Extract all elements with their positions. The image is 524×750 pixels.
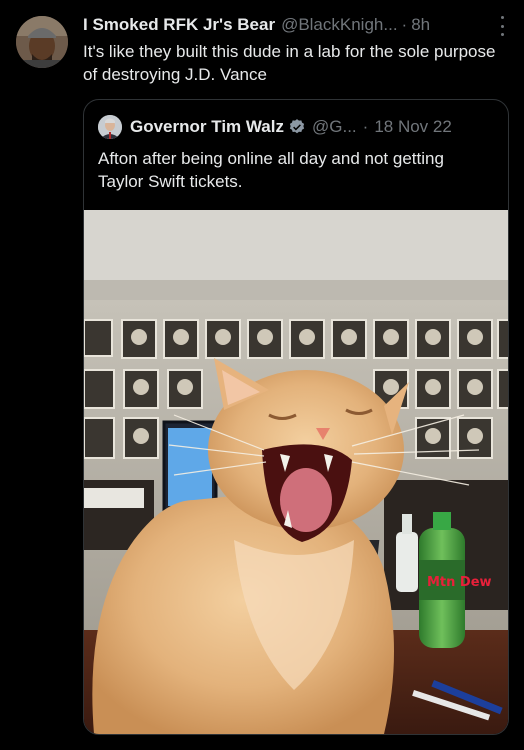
author-handle[interactable]: @BlackKnigh... — [281, 15, 397, 35]
quoted-author-handle: @G... — [311, 117, 357, 136]
quoted-author-name: Governor Tim Walz — [130, 117, 284, 136]
verified-badge-icon — [289, 119, 305, 134]
tweet-text: It's like they built this dude in a lab … — [83, 42, 496, 84]
tweet-header: I Smoked RFK Jr's Bear @BlackKnigh... · … — [83, 14, 512, 36]
quoted-author-avatar — [98, 115, 122, 139]
cat-photo[interactable]: Mtn Dew — [84, 210, 508, 734]
bottle-label: Mtn Dew — [427, 575, 492, 590]
separator-dot: · — [362, 117, 369, 136]
more-icon[interactable] — [494, 16, 510, 36]
separator-dot: · — [401, 15, 408, 34]
author-avatar[interactable] — [16, 16, 68, 68]
quoted-tweet-header: Governor Tim Walz @G... · 18 Nov 22 — [98, 115, 452, 139]
quoted-tweet-card[interactable]: Governor Tim Walz @G... · 18 Nov 22 Afto… — [83, 99, 509, 735]
next-tweet-edge — [0, 744, 524, 750]
tweet-time[interactable]: 8h — [411, 15, 430, 35]
quoted-tweet-date: 18 Nov 22 — [374, 117, 452, 136]
quoted-tweet-text: Afton after being online all day and not… — [98, 149, 444, 191]
author-display-name[interactable]: I Smoked RFK Jr's Bear — [83, 15, 275, 35]
